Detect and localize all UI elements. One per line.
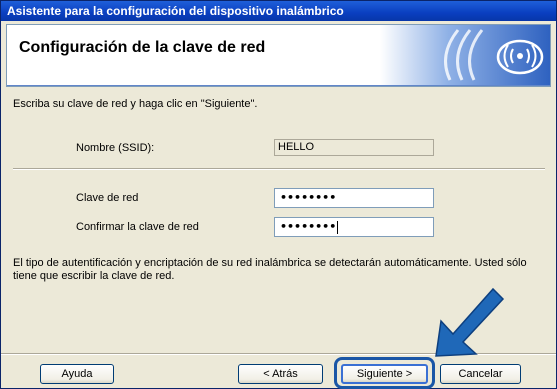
back-button[interactable]: < Atrás xyxy=(238,364,323,384)
cancel-button[interactable]: Cancelar xyxy=(440,364,521,384)
confirm-key-value: •••••••• xyxy=(280,220,337,233)
header-divider xyxy=(7,85,550,86)
ssid-field: HELLO xyxy=(274,139,434,156)
arrow-pointer-icon xyxy=(431,279,511,366)
wireless-signal-icon xyxy=(380,25,550,86)
ssid-label: Nombre (SSID): xyxy=(76,142,155,154)
next-highlight-ring xyxy=(334,357,435,389)
header-banner: Configuración de la clave de red xyxy=(6,24,551,87)
window-title: Asistente para la configuración del disp… xyxy=(1,1,556,21)
instruction-text: Escriba su clave de red y haga clic en "… xyxy=(13,98,258,110)
network-key-input[interactable]: •••••••• xyxy=(274,188,434,208)
confirm-key-input[interactable]: •••••••• xyxy=(274,217,434,237)
separator xyxy=(13,168,545,170)
page-title: Configuración de la clave de red xyxy=(19,39,266,56)
text-caret xyxy=(337,220,339,234)
help-button[interactable]: Ayuda xyxy=(40,364,114,384)
network-key-label: Clave de red xyxy=(76,192,139,204)
confirm-key-label: Confirmar la clave de red xyxy=(76,221,199,233)
wizard-window: Asistente para la configuración del disp… xyxy=(0,0,557,389)
